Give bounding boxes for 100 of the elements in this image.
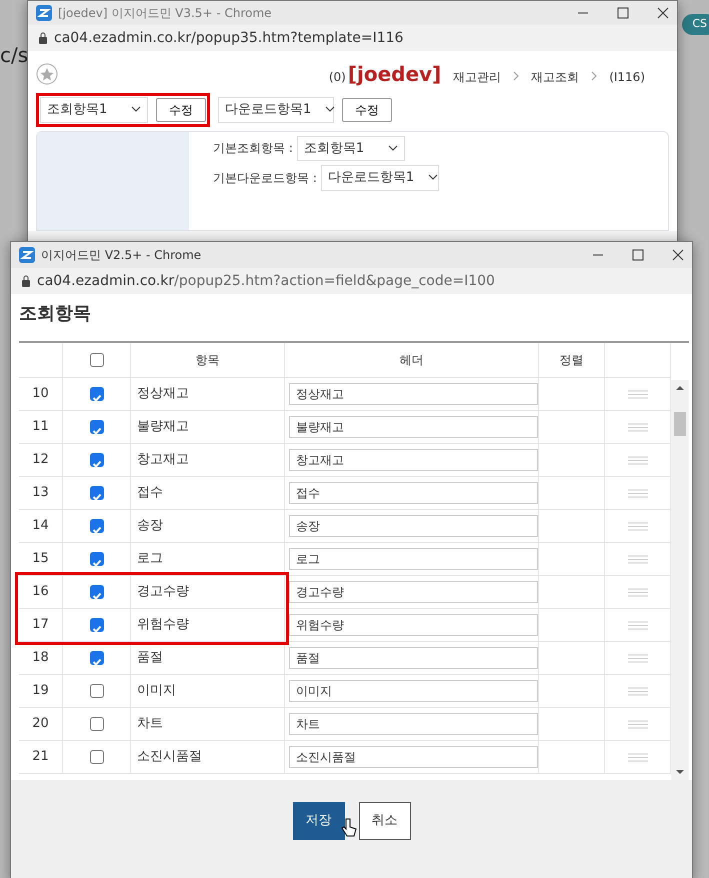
header-input[interactable]: 접수 — [289, 482, 538, 504]
maximize-icon[interactable] — [617, 7, 629, 19]
caret-icon — [131, 106, 141, 114]
checkbox[interactable] — [90, 486, 104, 500]
checkbox[interactable] — [90, 420, 104, 434]
row-number: 17 — [19, 609, 63, 641]
address-url: ca04.ezadmin.co.kr/popup25.htm?action=field&page_code=I100 — [37, 272, 495, 290]
close-icon[interactable] — [672, 249, 684, 261]
drag-handle-icon[interactable] — [628, 620, 648, 630]
header-input[interactable]: 소진시품절 — [289, 746, 538, 768]
app-logo-icon — [36, 5, 52, 21]
drag-handle-icon[interactable] — [628, 390, 648, 398]
checkbox[interactable] — [90, 387, 104, 401]
page-fragment: c/s — [0, 42, 28, 69]
drag-handle-icon[interactable] — [628, 456, 648, 464]
checkbox[interactable] — [90, 717, 104, 731]
header-input[interactable]: 로그 — [289, 548, 538, 570]
item-name: 경고수량 — [131, 576, 285, 608]
field-label: 기본다운로드항목 : — [213, 170, 317, 187]
edit-button[interactable]: 수정 — [156, 98, 206, 122]
lock-icon — [21, 275, 31, 287]
caret-icon — [325, 106, 336, 114]
user-name: [joedev] — [348, 61, 442, 88]
item-name: 품절 — [131, 642, 285, 674]
row-number: 15 — [19, 543, 63, 575]
row-number: 18 — [19, 642, 63, 674]
item-name: 송장 — [131, 510, 285, 542]
hand-cursor-icon — [341, 818, 357, 838]
header-input[interactable]: 이미지 — [289, 680, 538, 702]
drag-handle-icon[interactable] — [628, 488, 648, 498]
breadcrumb-item: 재고관리 — [453, 69, 502, 86]
header-input[interactable]: 불량재고 — [289, 416, 538, 438]
checkbox[interactable] — [90, 585, 104, 599]
drag-handle-icon[interactable] — [628, 686, 648, 696]
column-header: 헤더 — [285, 343, 539, 377]
header-input[interactable]: 위험수량 — [289, 614, 538, 636]
caret-icon — [428, 174, 438, 182]
header-input[interactable]: 창고재고 — [289, 449, 538, 471]
header-input[interactable]: 송장 — [289, 515, 538, 537]
column-header: 정렬 — [539, 343, 605, 377]
select-field[interactable]: 조회항목1 — [40, 97, 148, 122]
row-number: 10 — [19, 378, 63, 410]
drag-handle-icon[interactable] — [628, 522, 648, 530]
close-icon[interactable] — [657, 7, 669, 19]
item-name: 이미지 — [131, 675, 285, 707]
item-name: 차트 — [131, 708, 285, 740]
checkbox[interactable] — [90, 651, 104, 665]
scrollbar-icon[interactable] — [671, 380, 689, 780]
row-number: 21 — [19, 741, 63, 773]
checkbox[interactable] — [90, 519, 104, 533]
lock-icon — [38, 32, 48, 44]
drag-handle-icon[interactable] — [628, 752, 648, 762]
row-number: 14 — [19, 510, 63, 542]
row-number: 20 — [19, 708, 63, 740]
header-input[interactable]: 경고수량 — [289, 581, 538, 603]
checkbox[interactable] — [90, 353, 104, 367]
drag-handle-icon[interactable] — [628, 720, 648, 728]
checkbox[interactable] — [90, 618, 104, 632]
item-name: 불량재고 — [131, 411, 285, 443]
select-field[interactable]: 다운로드항목1 — [218, 97, 334, 122]
address-url: ca04.ezadmin.co.kr/popup35.htm?template=I116 — [54, 28, 404, 48]
breadcrumb-item: (I116) — [609, 69, 645, 86]
window-title: [joedev] 이지어드민 V3.5+ - Chrome — [58, 5, 272, 22]
window-title: 이지어드민 V2.5+ - Chrome — [41, 247, 202, 264]
cs-button[interactable]: CS — [682, 14, 709, 34]
field-label: 기본조회항목 : — [213, 140, 293, 158]
item-name: 위험수량 — [131, 609, 285, 641]
save-button[interactable]: 저장 — [292, 802, 344, 840]
drag-handle-icon[interactable] — [628, 422, 648, 432]
maximize-icon[interactable] — [632, 249, 644, 261]
row-number: 12 — [19, 444, 63, 476]
caret-icon — [388, 144, 398, 152]
drag-handle-icon[interactable] — [628, 654, 648, 662]
item-name: 정상재고 — [131, 378, 285, 410]
header-input[interactable]: 품절 — [289, 647, 538, 669]
column-header: 항목 — [131, 343, 285, 377]
row-number: 16 — [19, 576, 63, 608]
edit-button[interactable]: 수정 — [342, 98, 392, 122]
item-name: 창고재고 — [131, 444, 285, 476]
row-number: 19 — [19, 675, 63, 707]
checkbox[interactable] — [90, 453, 104, 467]
breadcrumb-item: 재고조회 — [531, 69, 580, 86]
app-logo-icon — [19, 247, 35, 263]
drag-handle-icon[interactable] — [628, 554, 648, 564]
count-text: (0) — [328, 69, 346, 86]
row-number: 13 — [19, 477, 63, 509]
select-field[interactable]: 다운로드항목1 — [320, 165, 439, 190]
chevron-icon — [513, 71, 520, 81]
checkbox[interactable] — [90, 750, 104, 764]
row-number: 11 — [19, 411, 63, 443]
item-name: 접수 — [131, 477, 285, 509]
checkbox[interactable] — [90, 684, 104, 698]
item-name: 로그 — [131, 543, 285, 575]
item-name: 소진시품절 — [131, 741, 285, 773]
checkbox[interactable] — [90, 552, 104, 566]
cancel-button[interactable]: 취소 — [358, 802, 410, 840]
header-input[interactable]: 차트 — [289, 713, 538, 735]
drag-handle-icon[interactable] — [628, 588, 648, 596]
header-input[interactable]: 정상재고 — [289, 383, 538, 405]
select-field[interactable]: 조회항목1 — [296, 136, 405, 161]
